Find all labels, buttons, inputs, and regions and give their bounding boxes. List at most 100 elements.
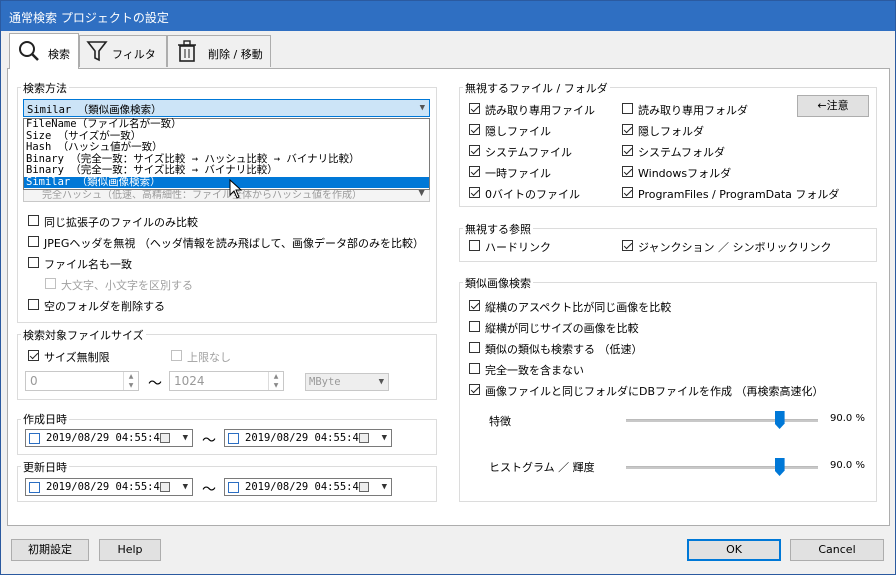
checkbox-box xyxy=(469,240,480,251)
date-enable-checkbox[interactable] xyxy=(228,482,239,493)
option-hash[interactable]: Hash （ハッシュ値が一致） xyxy=(24,141,429,154)
size-unit-value: MByte xyxy=(309,376,341,388)
checkbox-label: 縦横が同じサイズの画像を比較 xyxy=(485,322,639,335)
feature-slider-value: 90.0 % xyxy=(830,413,865,424)
window-title: 通常検索 プロジェクトの設定 xyxy=(9,11,169,25)
date-value: 2019/08/29 04:55:40 xyxy=(46,432,167,444)
calendar-icon[interactable] xyxy=(359,433,369,443)
checkbox-label: システムフォルダ xyxy=(638,146,726,159)
chevron-down-icon[interactable]: ▼ xyxy=(183,433,188,443)
checkbox-label: 一時ファイル xyxy=(485,167,551,180)
chevron-down-icon[interactable]: ▼ xyxy=(382,482,387,492)
date-enable-checkbox[interactable] xyxy=(29,433,40,444)
calendar-icon[interactable] xyxy=(160,433,170,443)
reset-button[interactable]: 初期設定 xyxy=(11,539,89,561)
checkbox-box xyxy=(469,363,480,374)
checkbox-box xyxy=(45,278,56,289)
checkbox-box xyxy=(622,240,633,251)
tab-search[interactable]: 検索 xyxy=(9,33,79,69)
ok-button[interactable]: OK xyxy=(687,539,781,561)
size-unit-select[interactable]: MByte ▼ xyxy=(305,373,389,391)
checkbox-label: システムファイル xyxy=(485,146,573,159)
checkbox-label: 空のフォルダを削除する xyxy=(44,300,165,313)
settings-dialog: 通常検索 プロジェクトの設定 検索 フィルター 削除 / 移動 検索方法 Sim… xyxy=(0,0,896,575)
option-binary[interactable]: Binary （完全一致：サイズ比較 → バイナリ比較） xyxy=(24,164,429,177)
help-button[interactable]: Help xyxy=(99,539,161,561)
cancel-button[interactable]: Cancel xyxy=(790,539,884,561)
checkbox-label: 大文字、小文字を区別する xyxy=(61,279,193,292)
feature-slider-track[interactable] xyxy=(626,419,818,422)
checkbox-box xyxy=(469,342,480,353)
magnifier-icon xyxy=(19,41,39,61)
date-enable-checkbox[interactable] xyxy=(29,482,40,493)
max-size-value: 1024 xyxy=(174,374,205,388)
tab-delete-move[interactable]: 削除 / 移動 xyxy=(167,35,271,67)
checkbox-box xyxy=(469,124,480,135)
checkbox-label: 読み取り専用ファイル xyxy=(485,104,595,117)
date-enable-checkbox[interactable] xyxy=(228,433,239,444)
calendar-icon[interactable] xyxy=(160,482,170,492)
checkbox-label: ジャンクション ／ シンボリックリンク xyxy=(638,241,832,254)
date-value: 2019/08/29 04:55:40 xyxy=(46,481,167,493)
checkbox-label: ProgramFiles / ProgramData フォルダ xyxy=(638,188,840,201)
modified-to-date[interactable]: 2019/08/29 04:55:40 ▼ xyxy=(224,478,392,496)
spin-buttons[interactable]: ▲ ▼ xyxy=(268,372,283,390)
checkbox-label: 類似の類似も検索する （低速） xyxy=(485,343,643,356)
checkbox-label: 同じ拡張子のファイルのみ比較 xyxy=(44,216,198,229)
modified-from-date[interactable]: 2019/08/29 04:55:40 ▼ xyxy=(25,478,193,496)
spin-buttons[interactable]: ▲ ▼ xyxy=(123,372,138,390)
checkbox-box xyxy=(622,145,633,156)
chevron-down-icon: ▼ xyxy=(419,103,425,113)
checkbox-box xyxy=(469,187,480,198)
checkbox-box xyxy=(171,350,182,361)
tab-search-label: 検索 xyxy=(48,48,70,61)
created-date-title: 作成日時 xyxy=(21,411,69,427)
search-method-title: 検索方法 xyxy=(21,80,69,96)
search-method-select[interactable]: Similar （類似画像検索） ▼ xyxy=(23,99,430,117)
checkbox-label: サイズ無制限 xyxy=(44,351,110,364)
checkbox-box xyxy=(622,124,633,135)
calendar-icon[interactable] xyxy=(359,482,369,492)
max-size-input[interactable]: 1024 ▲ ▼ xyxy=(169,371,284,391)
modified-date-title: 更新日時 xyxy=(21,459,69,475)
range-separator: ～ xyxy=(148,376,162,392)
created-to-date[interactable]: 2019/08/29 04:55:40 ▼ xyxy=(224,429,392,447)
min-size-input[interactable]: 0 ▲ ▼ xyxy=(25,371,139,391)
note-button[interactable]: ←注意 xyxy=(797,95,869,117)
histogram-slider-track[interactable] xyxy=(626,466,818,469)
tab-filter[interactable]: フィルター xyxy=(79,35,167,77)
chevron-down-icon[interactable]: ▼ xyxy=(382,433,387,443)
date-value: 2019/08/29 04:55:40 xyxy=(245,432,366,444)
search-method-value: Similar （類似画像検索） xyxy=(27,104,162,116)
checkbox-box xyxy=(622,187,633,198)
title-bar: 通常検索 プロジェクトの設定 xyxy=(1,1,895,31)
checkbox-box xyxy=(469,300,480,311)
filter-icon xyxy=(86,41,108,62)
trash-icon xyxy=(178,40,196,62)
checkbox-label: 隠しフォルダ xyxy=(638,125,704,138)
min-size-value: 0 xyxy=(30,374,38,388)
checkbox-box xyxy=(28,215,39,226)
checkbox-box xyxy=(28,299,39,310)
chevron-down-icon[interactable]: ▼ xyxy=(183,482,188,492)
similar-image-title: 類似画像検索 xyxy=(463,275,533,291)
checkbox-label: 縦横のアスペクト比が同じ画像を比較 xyxy=(485,301,672,314)
search-method-dropdown: FileName（ファイル名が一致） Size （サイズが一致） Hash （ハ… xyxy=(23,118,430,190)
checkbox-label: 完全一致を含まない xyxy=(485,364,584,377)
checkbox-box xyxy=(622,166,633,177)
option-similar[interactable]: Similar （類似画像検索） xyxy=(24,176,429,188)
checkbox-label: Windowsフォルダ xyxy=(638,167,732,180)
checkbox-label: 読み取り専用フォルダ xyxy=(638,104,748,117)
histogram-slider-value: 90.0 % xyxy=(830,460,865,471)
checkbox-box xyxy=(469,166,480,177)
date-range-separator: ～ xyxy=(202,433,216,449)
checkbox-box xyxy=(28,257,39,268)
option-filename[interactable]: FileName（ファイル名が一致） xyxy=(24,118,429,131)
file-size-title: 検索対象ファイルサイズ xyxy=(21,327,146,343)
ignore-refs-title: 無視する参照 xyxy=(463,221,533,237)
created-from-date[interactable]: 2019/08/29 04:55:40 ▼ xyxy=(25,429,193,447)
feature-slider-label: 特徴 xyxy=(489,415,511,428)
checkbox-box xyxy=(28,350,39,361)
checkbox-label: JPEGヘッダを無視 （ヘッダ情報を読み飛ばして、画像データ部のみを比較） xyxy=(44,237,424,250)
checkbox-box xyxy=(469,321,480,332)
